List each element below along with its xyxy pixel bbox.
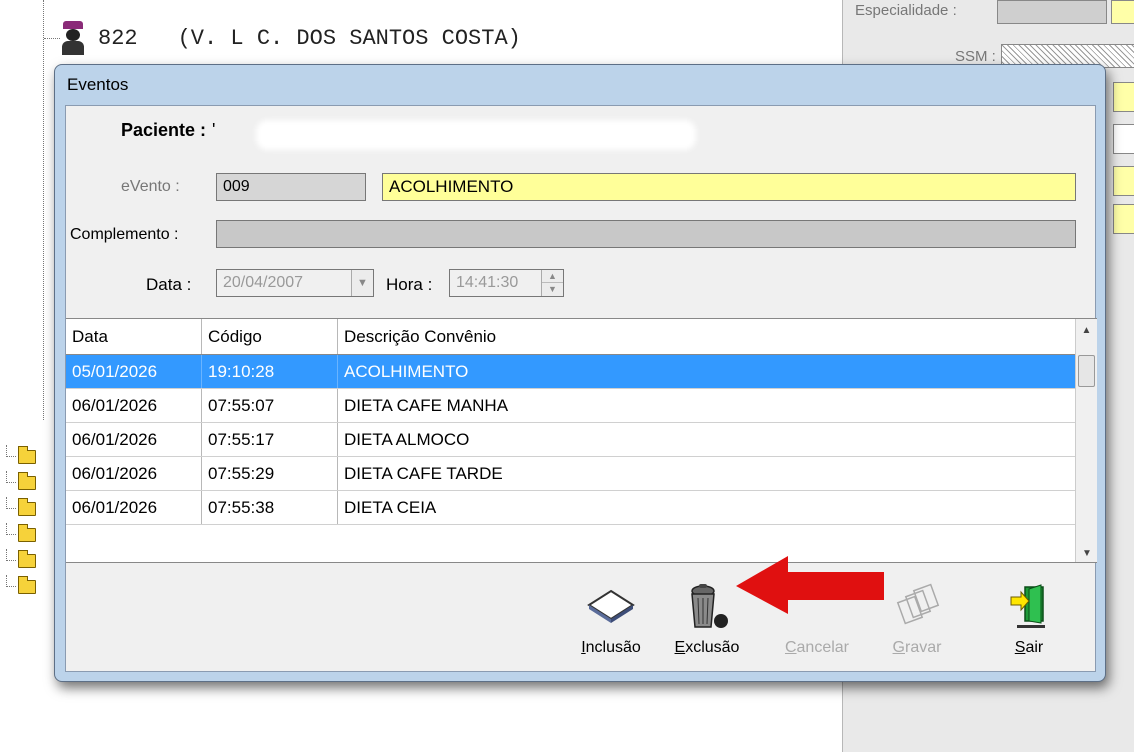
gravar-label: ravar xyxy=(905,639,942,656)
dialog-titlebar[interactable]: Eventos xyxy=(55,65,1105,105)
table-row[interactable]: 06/01/2026 07:55:17 DIETA ALMOCO xyxy=(66,423,1097,457)
sair-button[interactable]: Sair xyxy=(984,581,1074,669)
tree-connector xyxy=(43,0,44,420)
tree-folder[interactable] xyxy=(6,496,36,522)
eventos-dialog: Eventos Paciente : ' eVento : 009 ACOLHIM… xyxy=(54,64,1106,682)
folder-icon xyxy=(18,498,36,516)
annotation-arrow xyxy=(736,554,886,614)
cell-codigo: 07:55:29 xyxy=(202,457,338,490)
dialog-title: Eventos xyxy=(67,75,129,94)
background-field[interactable] xyxy=(1113,166,1134,196)
cell-data: 06/01/2026 xyxy=(66,457,202,490)
spinner-control[interactable]: ▲ ▼ xyxy=(541,270,563,296)
trash-icon xyxy=(677,581,737,633)
table-scrollbar[interactable]: ▲ ▼ xyxy=(1075,319,1097,562)
spinner-up-icon[interactable]: ▲ xyxy=(542,270,563,283)
cell-codigo: 07:55:07 xyxy=(202,389,338,422)
patient-label: Paciente : xyxy=(121,120,207,140)
cell-codigo: 19:10:28 xyxy=(202,355,338,388)
dropdown-arrow-icon[interactable]: ▼ xyxy=(351,270,373,296)
cell-data: 05/01/2026 xyxy=(66,355,202,388)
cancelar-mnemonic: C xyxy=(784,639,797,656)
patient-name-redaction xyxy=(256,120,696,150)
patient-value: ' xyxy=(212,120,216,140)
diamond-icon xyxy=(581,581,641,633)
tree-folder[interactable] xyxy=(6,470,36,496)
column-header-descricao[interactable]: Descrição Convênio xyxy=(338,319,1068,354)
exclusao-label: xclusão xyxy=(685,639,740,656)
tree-folder[interactable] xyxy=(6,574,36,600)
spinner-down-icon[interactable]: ▼ xyxy=(542,283,563,296)
scroll-down-icon[interactable]: ▼ xyxy=(1076,542,1097,562)
background-field[interactable] xyxy=(1111,0,1134,24)
complemento-field[interactable] xyxy=(216,220,1076,248)
table-header: Data Código Descrição Convênio xyxy=(66,319,1097,355)
column-header-data[interactable]: Data xyxy=(66,319,202,354)
exclusao-mnemonic: E xyxy=(674,639,686,656)
table-row[interactable]: 06/01/2026 07:55:38 DIETA CEIA xyxy=(66,491,1097,525)
hora-timepicker[interactable]: 14:41:30 ▲ ▼ xyxy=(449,269,564,297)
action-toolbar: Inclusão Exclusão Cancelar Gravar Sair xyxy=(66,563,1097,673)
save-icon xyxy=(887,581,947,633)
ssm-label: SSM : xyxy=(955,48,996,65)
folder-icon xyxy=(18,524,36,542)
especialidade-field[interactable] xyxy=(997,0,1107,24)
inclusao-label: nclusão xyxy=(585,639,641,656)
tree-connector xyxy=(44,37,60,39)
cell-codigo: 07:55:38 xyxy=(202,491,338,524)
inclusao-button[interactable]: Inclusão xyxy=(566,581,656,669)
evento-description-field[interactable]: ACOLHIMENTO xyxy=(382,173,1076,201)
cell-data: 06/01/2026 xyxy=(66,491,202,524)
table-row[interactable]: 05/01/2026 19:10:28 ACOLHIMENTO xyxy=(66,355,1097,389)
cell-descricao: DIETA CEIA xyxy=(344,497,437,517)
background-field[interactable] xyxy=(1113,204,1134,234)
table-row[interactable]: 06/01/2026 07:55:07 DIETA CAFE MANHA xyxy=(66,389,1097,423)
scroll-thumb[interactable] xyxy=(1078,355,1095,387)
cell-data: 06/01/2026 xyxy=(66,423,202,456)
folder-icon xyxy=(18,472,36,490)
patient-row: Paciente : ' xyxy=(121,120,215,141)
cell-data: 06/01/2026 xyxy=(66,389,202,422)
data-datepicker[interactable]: 20/04/2007 ▼ xyxy=(216,269,374,297)
exit-door-icon xyxy=(999,581,1059,633)
cell-codigo: 07:55:17 xyxy=(202,423,338,456)
column-header-codigo[interactable]: Código xyxy=(202,319,338,354)
tree-node-text: (V. L C. DOS SANTOS COSTA) xyxy=(177,25,521,51)
cancelar-label: ancelar xyxy=(796,639,850,656)
background-field[interactable] xyxy=(1113,82,1134,112)
sair-label: air xyxy=(1025,639,1044,656)
especialidade-label: Especialidade : xyxy=(855,2,957,19)
cell-descricao: ACOLHIMENTO xyxy=(344,361,469,381)
tree-folder[interactable] xyxy=(6,444,36,470)
folder-icon xyxy=(18,446,36,464)
folder-list xyxy=(6,444,36,600)
hora-label: Hora : xyxy=(386,275,433,294)
complemento-label: Complemento : xyxy=(70,226,179,243)
sair-mnemonic: S xyxy=(1014,639,1026,656)
tree-folder[interactable] xyxy=(6,522,36,548)
dialog-client: Paciente : ' eVento : 009 ACOLHIMENTO Com… xyxy=(65,105,1097,673)
tree-node-patient[interactable]: 822 (V. L C. DOS SANTOS COSTA) xyxy=(44,18,521,58)
scroll-up-icon[interactable]: ▲ xyxy=(1076,319,1097,341)
cell-descricao: DIETA CAFE TARDE xyxy=(344,463,503,483)
gravar-mnemonic: G xyxy=(892,639,905,656)
events-table: Data Código Descrição Convênio 05/01/202… xyxy=(66,318,1097,563)
folder-icon xyxy=(18,550,36,568)
person-icon xyxy=(60,21,86,55)
evento-label: eVento : xyxy=(121,178,180,195)
data-label: Data : xyxy=(146,275,192,294)
table-row[interactable]: 06/01/2026 07:55:29 DIETA CAFE TARDE xyxy=(66,457,1097,491)
background-field[interactable] xyxy=(1113,124,1134,154)
tree-folder[interactable] xyxy=(6,548,36,574)
evento-code-field[interactable]: 009 xyxy=(216,173,366,201)
cell-descricao: DIETA CAFE MANHA xyxy=(344,395,509,415)
cell-descricao: DIETA ALMOCO xyxy=(344,429,470,449)
hora-value: 14:41:30 xyxy=(456,274,519,291)
folder-icon xyxy=(18,576,36,594)
data-value: 20/04/2007 xyxy=(223,274,304,291)
tree-node-id: 822 xyxy=(98,25,138,51)
